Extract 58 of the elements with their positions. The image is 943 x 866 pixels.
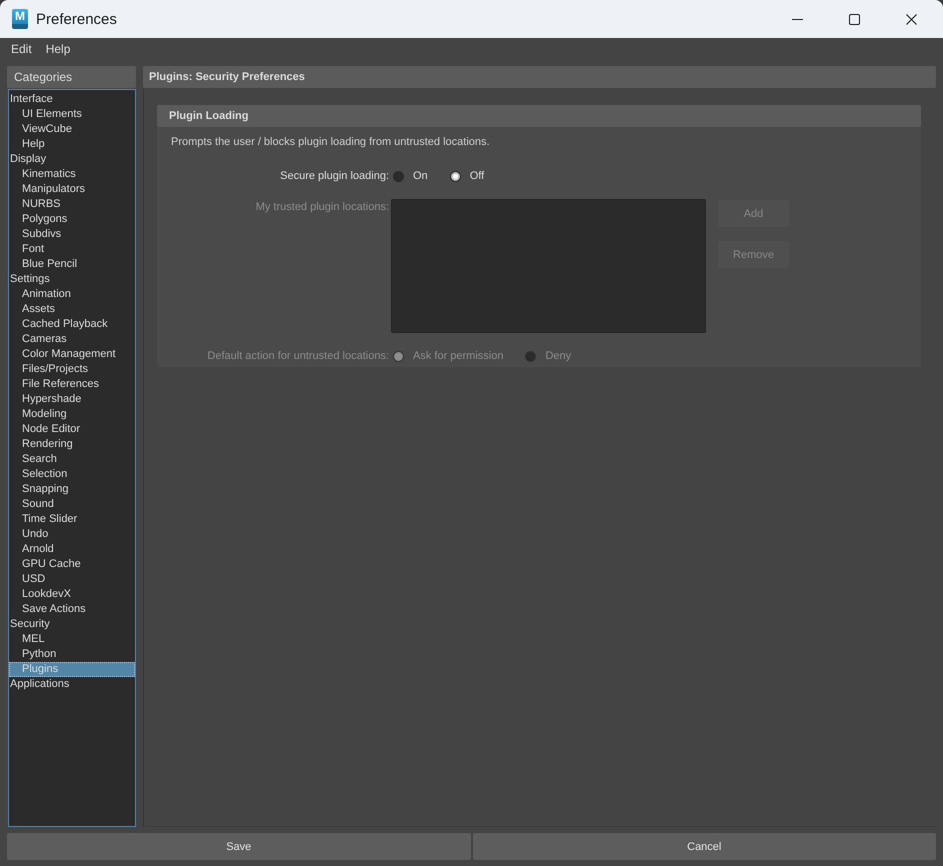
category-item[interactable]: Cached Playback: [9, 317, 135, 332]
category-item[interactable]: Undo: [9, 527, 135, 542]
category-item[interactable]: MEL: [9, 632, 135, 647]
category-item[interactable]: Color Management: [9, 347, 135, 362]
close-icon: [906, 14, 917, 24]
category-item[interactable]: Kinematics: [9, 167, 135, 182]
category-item[interactable]: Modeling: [9, 407, 135, 422]
locations-list-field[interactable]: [391, 199, 706, 333]
category-item[interactable]: GPU Cache: [9, 557, 135, 572]
category-item[interactable]: Hypershade: [9, 392, 135, 407]
setting-label: My trusted plugin locations:: [254, 200, 389, 214]
category-item[interactable]: Python: [9, 647, 135, 662]
window-title: Preferences: [36, 10, 117, 28]
category-item[interactable]: ViewCube: [9, 122, 135, 137]
category-item[interactable]: NURBS: [9, 197, 135, 212]
category-item[interactable]: UI Elements: [9, 107, 135, 122]
setting-label: Secure plugin loading:: [279, 169, 389, 183]
category-item[interactable]: Font: [9, 242, 135, 257]
category-item[interactable]: File References: [9, 377, 135, 392]
category-item[interactable]: Search: [9, 452, 135, 467]
panel-header: Plugins: Security Preferences: [143, 66, 936, 88]
category-item[interactable]: Files/Projects: [9, 362, 135, 377]
categories-header: Categories: [7, 66, 136, 88]
app-logo: M: [12, 9, 28, 29]
menu-item[interactable]: Help: [38, 40, 78, 58]
radio-option[interactable]: On: [393, 169, 428, 183]
category-item[interactable]: Sound: [9, 497, 135, 512]
category-item[interactable]: Interface: [9, 92, 135, 107]
menu-item[interactable]: Edit: [4, 40, 39, 58]
category-item[interactable]: Polygons: [9, 212, 135, 227]
category-item[interactable]: Animation: [9, 287, 135, 302]
section-description: Prompts the user / blocks plugin loading from untrusted locations.: [170, 135, 491, 149]
category-item[interactable]: Save Actions: [9, 602, 135, 617]
category-item[interactable]: Arnold: [9, 542, 135, 557]
category-item[interactable]: Help: [9, 137, 135, 152]
category-item[interactable]: Security: [9, 617, 135, 632]
radio-option[interactable]: Off: [450, 169, 484, 183]
category-item[interactable]: Subdivs: [9, 227, 135, 242]
category-item[interactable]: Manipulators: [9, 182, 135, 197]
minimize-icon: [792, 18, 803, 20]
category-item[interactable]: Time Slider: [9, 512, 135, 527]
category-item[interactable]: Settings: [9, 272, 135, 287]
category-item[interactable]: USD: [9, 572, 135, 587]
category-item[interactable]: Applications: [9, 677, 135, 692]
category-item[interactable]: LookdevX: [9, 587, 135, 602]
category-item[interactable]: Selection: [9, 467, 135, 482]
category-item[interactable]: Blue Pencil: [9, 257, 135, 272]
setting-label: Default action for untrusted locations:: [206, 349, 389, 363]
category-item[interactable]: Node Editor: [9, 422, 135, 437]
category-item[interactable]: Snapping: [9, 482, 135, 497]
category-item[interactable]: Display: [9, 152, 135, 167]
maximize-icon: [849, 14, 860, 24]
dialog-button[interactable]: Cancel: [472, 833, 936, 860]
category-item[interactable]: Cameras: [9, 332, 135, 347]
section-header[interactable]: Plugin Loading: [157, 105, 921, 127]
dialog-button[interactable]: Save: [7, 833, 470, 860]
category-item[interactable]: Rendering: [9, 437, 135, 452]
category-item[interactable]: Assets: [9, 302, 135, 317]
